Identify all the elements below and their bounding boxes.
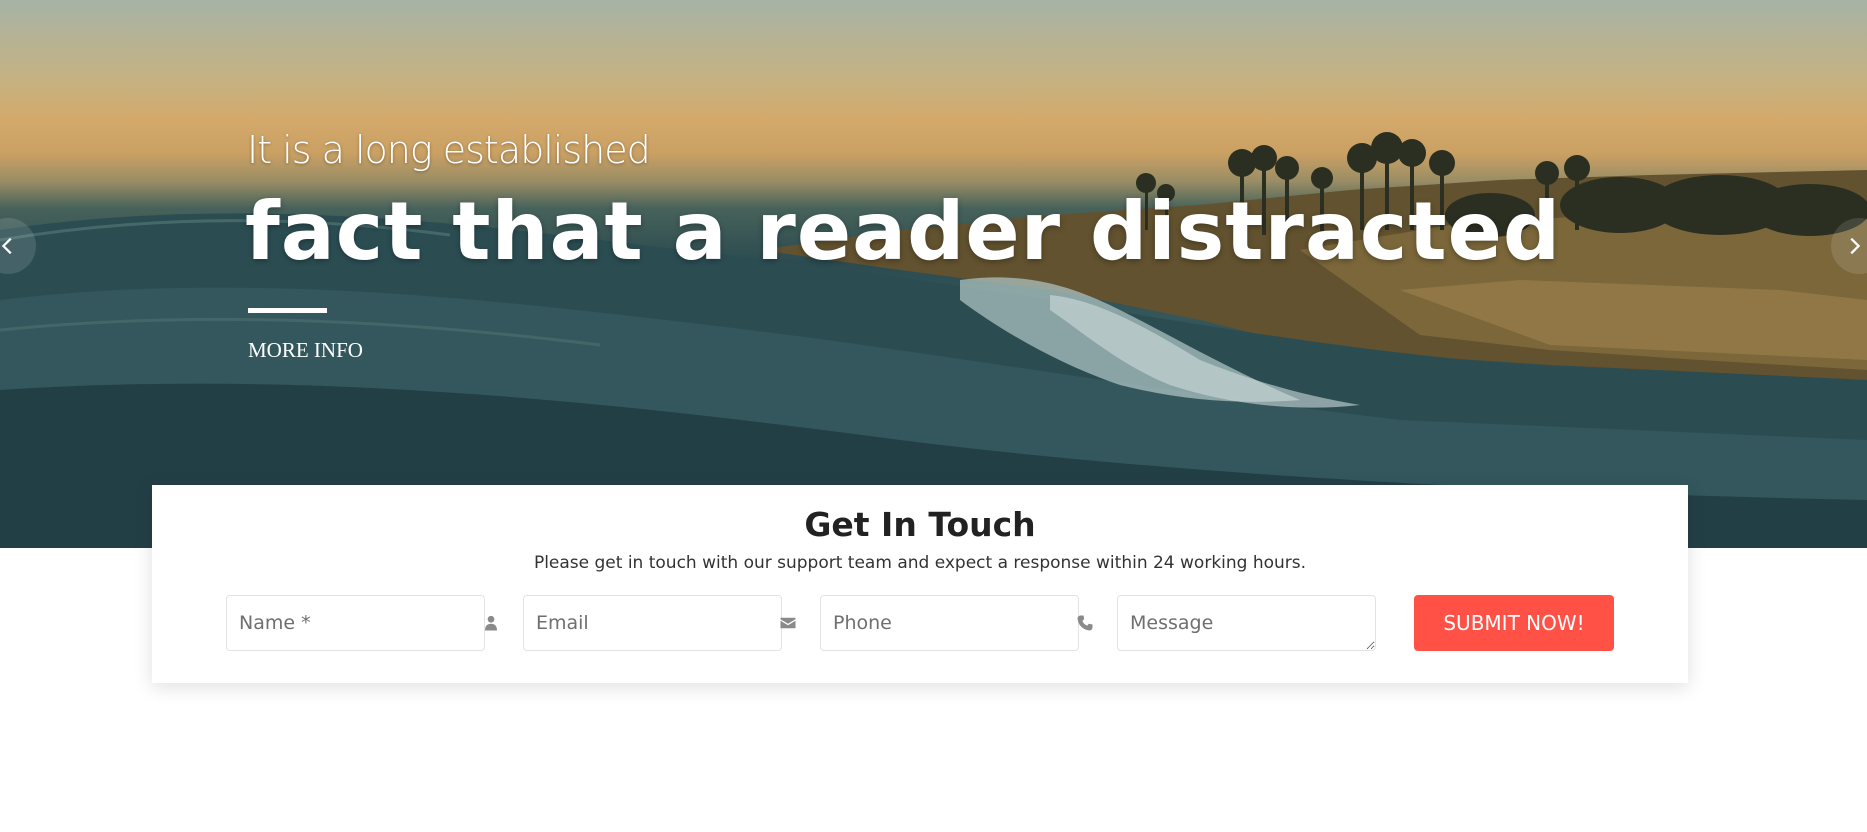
hero-title: fact that a reader distracted (245, 185, 1562, 278)
name-input[interactable] (227, 596, 482, 650)
submit-button[interactable]: SUBMIT NOW! (1414, 595, 1614, 651)
name-field (226, 595, 497, 651)
hero-banner: It is a long established fact that a rea… (0, 0, 1867, 548)
phone-field (820, 595, 1093, 651)
more-info-link[interactable]: MORE INFO (248, 338, 363, 363)
email-input[interactable] (524, 596, 779, 650)
hero-subtitle: It is a long established (247, 128, 651, 172)
message-input[interactable] (1118, 596, 1375, 650)
chevron-left-icon (1, 237, 12, 255)
message-field (1117, 595, 1376, 651)
user-icon (482, 596, 500, 650)
chevron-right-icon (1850, 237, 1861, 255)
envelope-icon (779, 596, 797, 650)
email-field (523, 595, 796, 651)
hero-divider (248, 308, 327, 313)
contact-title: Get In Touch (804, 505, 1036, 544)
phone-input[interactable] (821, 596, 1076, 650)
phone-icon (1076, 596, 1094, 650)
contact-card: Get In Touch Please get in touch with ou… (152, 485, 1688, 683)
contact-description: Please get in touch with our support tea… (533, 553, 1307, 573)
